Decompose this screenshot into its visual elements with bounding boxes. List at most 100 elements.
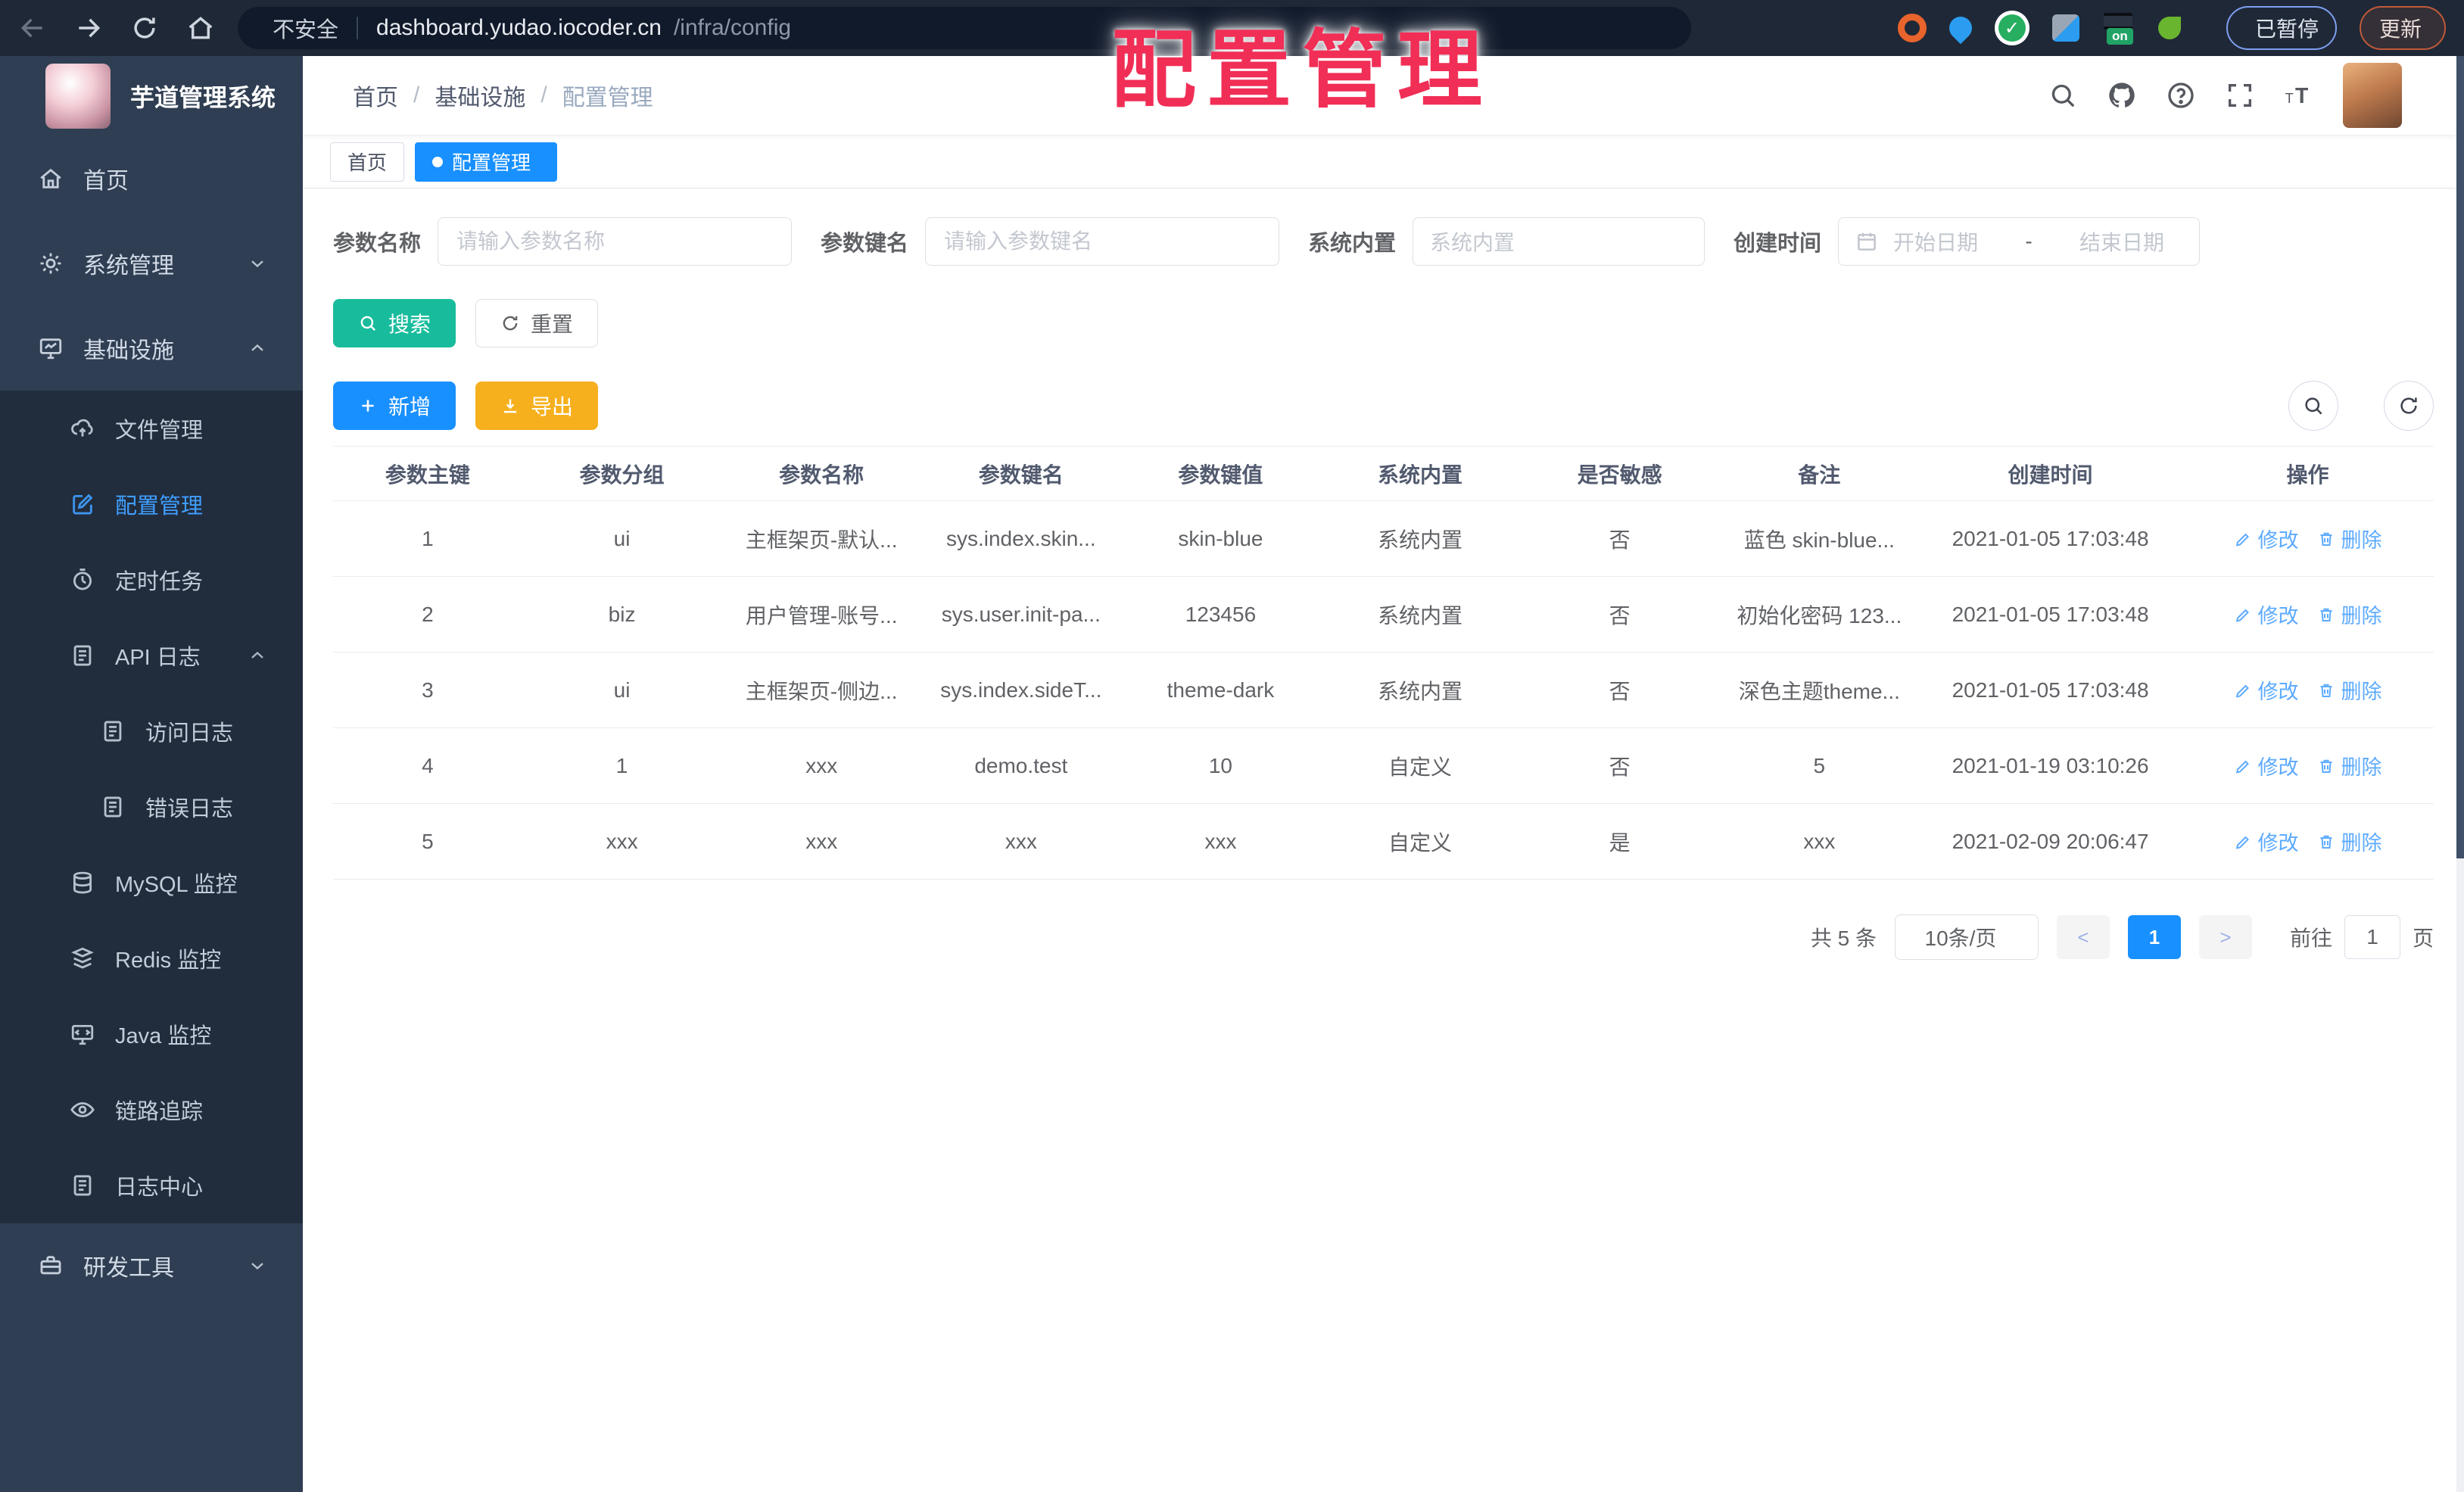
font-size-icon[interactable]: TT	[2284, 80, 2314, 111]
end-date-placeholder: 结束日期	[2079, 231, 2165, 254]
delete-button[interactable]: 删除	[2317, 600, 2382, 629]
extension-pin-icon[interactable]	[1944, 11, 1977, 45]
search-button[interactable]: 搜索	[333, 299, 456, 347]
app-logo[interactable]: 芋道管理系统	[0, 56, 303, 136]
system-builtin-select[interactable]: 系统内置	[1413, 217, 1705, 266]
url-divider	[357, 17, 359, 39]
prev-page-button[interactable]: <	[2056, 915, 2110, 959]
table-row: 3 ui 主框架页-侧边... sys.index.sideT... theme-dar…	[333, 652, 2434, 728]
delete-button[interactable]: 删除	[2317, 751, 2382, 780]
scrollbar-thumb[interactable]	[2456, 56, 2464, 858]
delete-button[interactable]: 删除	[2317, 827, 2382, 856]
param-name-input[interactable]	[438, 217, 793, 266]
sidebar-item-label: 错误日志	[145, 797, 234, 821]
sidebar-menu: 首页系统管理基础设施文件管理配置管理 定时任务 API 日志访问日志错误日志 MySQ…	[0, 136, 303, 1308]
cell-r1-c3: sys.user.init-pa...	[921, 576, 1121, 653]
security-label[interactable]: 不安全	[273, 12, 338, 44]
cell-r3-c2: xxx	[721, 727, 921, 804]
sidebar-item-9[interactable]: MySQL 监控	[0, 845, 303, 920]
sidebar-item-2[interactable]: 基础设施	[0, 306, 303, 391]
filter-field-time: 创建时间 开始日期 - 结束日期	[1734, 217, 2201, 266]
sidebar-item-11[interactable]: Java 监控	[0, 996, 303, 1072]
scrollbar[interactable]	[2456, 56, 2464, 1492]
date-range-picker[interactable]: 开始日期 - 结束日期	[1838, 217, 2201, 266]
add-button[interactable]: 新增	[333, 382, 456, 430]
sidebar-item-label: Redis 监控	[115, 948, 222, 973]
forward-icon[interactable]	[74, 14, 103, 42]
sidebar-item-10[interactable]: Redis 监控	[0, 920, 303, 996]
page-1-button[interactable]: 1	[2127, 915, 2181, 959]
profile-paused-pill[interactable]: 已暂停	[2226, 6, 2337, 50]
check-glyph: ✓	[1998, 14, 2026, 42]
sidebar-item-12[interactable]: 链路追踪	[0, 1072, 303, 1148]
reload-icon[interactable]	[130, 14, 159, 42]
tab-1[interactable]: 配置管理	[415, 142, 558, 182]
sidebar-item-14[interactable]: 研发工具	[0, 1223, 303, 1308]
extension-green-check-icon[interactable]: ✓	[1994, 11, 2029, 45]
column-header-0: 参数主键	[333, 446, 522, 501]
page-content: 参数名称 参数键名 系统内置 系统内置 创建时间	[303, 188, 2464, 1492]
chevron-down-icon	[247, 1255, 268, 1276]
back-icon[interactable]	[18, 14, 47, 42]
tab-0[interactable]: 首页	[330, 142, 405, 182]
breadcrumb-item-0[interactable]: 首页	[353, 79, 398, 112]
toggle-search-button[interactable]	[2288, 381, 2338, 431]
tab-label: 首页	[347, 151, 388, 174]
sidebar-item-label: 文件管理	[115, 419, 204, 443]
fullscreen-icon[interactable]	[2225, 80, 2255, 111]
help-icon[interactable]	[2166, 80, 2196, 111]
cell-r1-c7: 初始化密码 123...	[1719, 576, 1920, 653]
cell-r2-c0: 3	[333, 652, 522, 728]
edit-button[interactable]: 修改	[2234, 600, 2299, 629]
search-icon[interactable]	[2048, 80, 2078, 111]
home-icon	[38, 166, 64, 192]
sidebar-item-6[interactable]: API 日志	[0, 618, 303, 693]
edit-button[interactable]: 修改	[2234, 524, 2299, 553]
extension-on-badge-icon[interactable]: on	[2102, 11, 2135, 45]
extension-blue-gray-icon[interactable]	[2051, 14, 2079, 42]
breadcrumb: 首页 / 基础设施 / 配置管理	[353, 79, 653, 112]
export-button[interactable]: 导出	[475, 382, 599, 430]
page-size-select[interactable]: 10条/页	[1894, 914, 2039, 960]
sidebar-item-1[interactable]: 系统管理	[0, 221, 303, 306]
next-page-button[interactable]: >	[2198, 915, 2252, 959]
cell-r4-c7: xxx	[1719, 803, 1920, 880]
github-icon[interactable]	[2107, 80, 2137, 111]
browser-update-button[interactable]: 更新	[2359, 6, 2446, 50]
gear-icon	[38, 251, 64, 276]
sidebar-item-8[interactable]: 错误日志	[0, 769, 303, 845]
edit-button[interactable]: 修改	[2234, 751, 2299, 780]
avatar[interactable]	[2343, 63, 2402, 128]
cell-r4-c1: xxx	[522, 803, 722, 880]
sidebar-item-4[interactable]: 配置管理	[0, 466, 303, 542]
delete-button[interactable]: 删除	[2317, 524, 2382, 553]
sidebar-item-label: 系统管理	[83, 254, 174, 279]
extension-orange-ring-icon[interactable]	[1897, 14, 1927, 42]
home-icon[interactable]	[186, 14, 215, 42]
sidebar-item-0[interactable]: 首页	[0, 136, 303, 221]
sidebar-item-7[interactable]: 访问日志	[0, 693, 303, 769]
extension-leaf-icon[interactable]	[2157, 17, 2181, 39]
sidebar-item-5[interactable]: 定时任务	[0, 542, 303, 618]
cell-r0-c4: skin-blue	[1120, 500, 1321, 577]
start-date-placeholder: 开始日期	[1893, 231, 1979, 254]
sidebar-item-label: 访问日志	[145, 721, 234, 746]
sidebar-item-13[interactable]: 日志中心	[0, 1148, 303, 1223]
breadcrumb-item-1[interactable]: 基础设施	[435, 79, 525, 112]
cell-r4-c6: 是	[1519, 803, 1720, 880]
navbar-icon-group: TT	[2048, 80, 2314, 111]
browser-nav-buttons	[18, 14, 215, 42]
reset-button[interactable]: 重置	[475, 299, 599, 347]
goto-page-input[interactable]	[2344, 915, 2400, 959]
sidebar-item-3[interactable]: 文件管理	[0, 391, 303, 466]
table-row: 2 biz 用户管理-账号... sys.user.init-pa... 123456 系…	[333, 576, 2434, 653]
delete-button[interactable]: 删除	[2317, 675, 2382, 705]
chevron-down-icon	[247, 253, 268, 274]
edit-button[interactable]: 修改	[2234, 827, 2299, 856]
filter-field-type: 系统内置 系统内置	[1308, 217, 1705, 266]
refresh-table-button[interactable]	[2384, 381, 2434, 431]
toolbox-icon	[38, 1253, 64, 1279]
cell-r3-c7: 5	[1719, 727, 1920, 804]
edit-button[interactable]: 修改	[2234, 675, 2299, 705]
param-key-input[interactable]	[925, 217, 1280, 266]
